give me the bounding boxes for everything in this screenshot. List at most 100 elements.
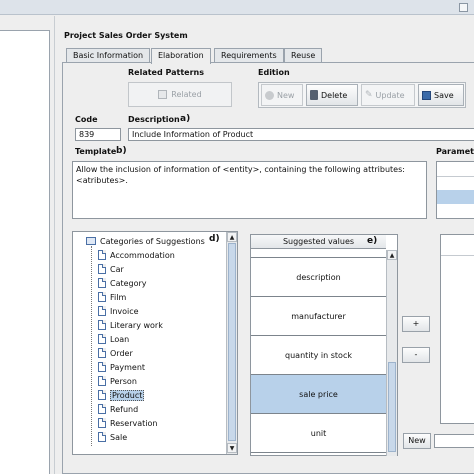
document-icon bbox=[98, 264, 106, 274]
document-icon bbox=[98, 390, 106, 400]
parameters-label: Paramete bbox=[436, 147, 474, 156]
edition-toolbar: New Delete ✎ Update Save bbox=[258, 82, 466, 108]
tree-item[interactable]: Accommodation bbox=[98, 248, 175, 262]
annotation-a: a) bbox=[180, 114, 191, 124]
new-button[interactable]: New bbox=[261, 84, 303, 106]
tree-item[interactable]: Payment bbox=[98, 360, 145, 374]
delete-button[interactable]: Delete bbox=[306, 84, 358, 106]
suggested-value-label: quantity in stock bbox=[285, 350, 352, 360]
new-value-button[interactable]: New bbox=[403, 433, 431, 449]
new-value-field[interactable] bbox=[434, 434, 474, 448]
tree-item-label: Film bbox=[110, 292, 127, 302]
suggested-value-label: sale price bbox=[299, 389, 338, 399]
suggested-values-list[interactable]: description manufacturer quantity in stock… bbox=[251, 250, 386, 456]
parameters-selected-row[interactable] bbox=[437, 190, 474, 204]
suggested-value-row[interactable]: description bbox=[251, 258, 386, 297]
tab-elaboration[interactable]: Elaboration bbox=[151, 48, 211, 64]
tree-item-label: Payment bbox=[110, 362, 146, 372]
project-label: Project Sales Order System bbox=[64, 31, 188, 40]
suggested-value-row[interactable]: sale price bbox=[251, 375, 386, 414]
code-field[interactable]: 839 bbox=[75, 128, 121, 141]
related-button[interactable]: Related bbox=[128, 82, 232, 107]
document-icon bbox=[98, 278, 106, 288]
folder-icon bbox=[86, 237, 96, 245]
trash-icon bbox=[310, 90, 318, 100]
remove-value-button[interactable]: - bbox=[402, 347, 430, 363]
values-table-row-line bbox=[441, 255, 474, 256]
document-icon bbox=[98, 250, 106, 260]
sv-scroll-thumb[interactable] bbox=[388, 362, 396, 452]
related-button-label: Related bbox=[171, 90, 202, 99]
suggested-list-top-line bbox=[251, 257, 386, 258]
document-icon bbox=[98, 362, 106, 372]
tree-item[interactable]: Reservation bbox=[98, 416, 157, 430]
tree-item-label: Accommodation bbox=[110, 250, 175, 260]
window-close-icon[interactable] bbox=[459, 3, 468, 12]
tree-item-label: Category bbox=[110, 278, 147, 288]
edition-heading: Edition bbox=[258, 68, 290, 77]
document-icon bbox=[98, 306, 106, 316]
sv-scroll-up-icon[interactable]: ▲ bbox=[387, 250, 397, 260]
add-value-button[interactable]: + bbox=[402, 316, 430, 332]
tree-root[interactable]: Categories of Suggestions bbox=[86, 234, 205, 248]
suggested-values-header-label: Suggested values bbox=[282, 237, 355, 246]
tree-root-label: Categories of Suggestions bbox=[100, 236, 205, 246]
parameters-row-line bbox=[437, 176, 474, 177]
save-button[interactable]: Save bbox=[418, 84, 464, 106]
tree-item[interactable]: Car bbox=[98, 262, 124, 276]
tree-item[interactable]: Product bbox=[98, 388, 145, 402]
suggested-value-label: unit bbox=[310, 428, 327, 438]
tab-reuse[interactable]: Reuse bbox=[284, 48, 323, 63]
annotation-e: e) bbox=[367, 236, 378, 246]
suggested-value-label: manufacturer bbox=[291, 311, 346, 321]
suggested-value-row[interactable]: unit bbox=[251, 414, 386, 453]
tree-item-label: Refund bbox=[110, 404, 139, 414]
split-divider[interactable] bbox=[54, 16, 55, 474]
tree-scrollbar[interactable]: ▲ ▼ bbox=[226, 232, 237, 454]
tree-item[interactable]: Order bbox=[98, 346, 133, 360]
delete-button-label: Delete bbox=[321, 90, 348, 100]
parameters-table[interactable] bbox=[436, 161, 474, 219]
tree-item[interactable]: Person bbox=[98, 374, 137, 388]
categories-tree[interactable]: Categories of Suggestions Accommodation C… bbox=[86, 234, 226, 452]
tree-item[interactable]: Invoice bbox=[98, 304, 139, 318]
tree-item-label: Invoice bbox=[110, 306, 139, 316]
suggested-value-label: description bbox=[296, 272, 341, 282]
tab-requirements[interactable]: Requirements bbox=[214, 48, 284, 63]
template-textarea[interactable]: Allow the inclusion of information of <e… bbox=[72, 161, 427, 219]
tree-item[interactable]: Film bbox=[98, 290, 126, 304]
template-line-2: <atributes>. bbox=[76, 176, 128, 185]
tree-item-label: Loan bbox=[110, 334, 130, 344]
new-circle-icon bbox=[265, 90, 274, 100]
update-button[interactable]: ✎ Update bbox=[361, 84, 415, 106]
values-table-right[interactable] bbox=[440, 234, 474, 424]
tree-item[interactable]: Literary work bbox=[98, 318, 163, 332]
pencil-icon: ✎ bbox=[365, 90, 373, 100]
scroll-down-icon[interactable]: ▼ bbox=[227, 443, 237, 453]
tree-item[interactable]: Loan bbox=[98, 332, 129, 346]
scroll-up-icon[interactable]: ▲ bbox=[227, 232, 237, 242]
description-field[interactable]: Include Information of Product bbox=[128, 128, 474, 141]
suggested-values-header[interactable]: Suggested values bbox=[251, 235, 386, 249]
suggested-value-row[interactable]: manufacturer bbox=[251, 297, 386, 336]
tree-item[interactable]: Refund bbox=[98, 402, 138, 416]
code-label: Code bbox=[75, 115, 98, 124]
tree-item-label: Literary work bbox=[110, 320, 163, 330]
save-button-label: Save bbox=[434, 90, 454, 100]
tree-scroll-thumb[interactable] bbox=[228, 243, 236, 441]
template-line-1: Allow the inclusion of information of <e… bbox=[76, 165, 405, 174]
document-icon bbox=[98, 334, 106, 344]
tab-basic-information[interactable]: Basic Information bbox=[66, 48, 151, 63]
tree-item[interactable]: Category bbox=[98, 276, 147, 290]
suggested-scrollbar[interactable]: ▲ bbox=[386, 250, 397, 456]
suggested-value-row[interactable]: quantity in stock bbox=[251, 336, 386, 375]
document-icon bbox=[98, 418, 106, 428]
tree-item[interactable]: Sale bbox=[98, 430, 127, 444]
document-icon bbox=[98, 292, 106, 302]
related-icon bbox=[158, 90, 168, 99]
tree-item-label: Person bbox=[110, 376, 137, 386]
window-title-bar bbox=[0, 0, 474, 15]
template-label: Template bbox=[75, 147, 117, 156]
tree-guide-line bbox=[91, 246, 92, 446]
new-button-label: New bbox=[277, 90, 295, 100]
